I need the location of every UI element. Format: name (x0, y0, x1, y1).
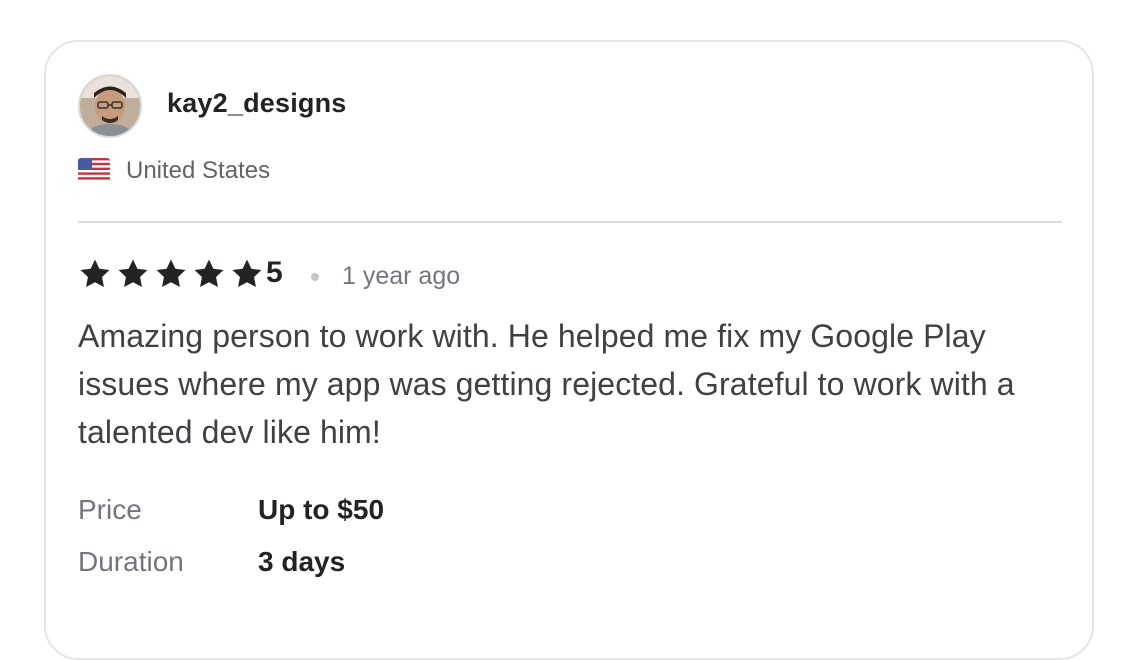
us-flag-icon (78, 158, 110, 182)
review-text: Amazing person to work with. He helped m… (78, 318, 1015, 450)
reviewer-username[interactable]: kay2_designs (167, 88, 347, 119)
star-icon (232, 259, 262, 288)
price-label: Price (78, 494, 142, 525)
duration-label: Duration (78, 546, 184, 577)
price-value: Up to $50 (258, 494, 385, 525)
review-time: 1 year ago (342, 262, 461, 290)
star-icon (80, 259, 110, 288)
star-icon (118, 259, 148, 288)
reviewer-avatar[interactable] (78, 74, 142, 138)
separator-dot (311, 273, 319, 281)
duration-value: 3 days (258, 546, 346, 577)
reviewer-country: United States (126, 157, 271, 184)
star-icon (194, 259, 224, 288)
star-rating (78, 256, 268, 292)
star-icon (156, 259, 186, 288)
header-divider (78, 221, 1062, 223)
rating-value: 5 (266, 256, 283, 289)
